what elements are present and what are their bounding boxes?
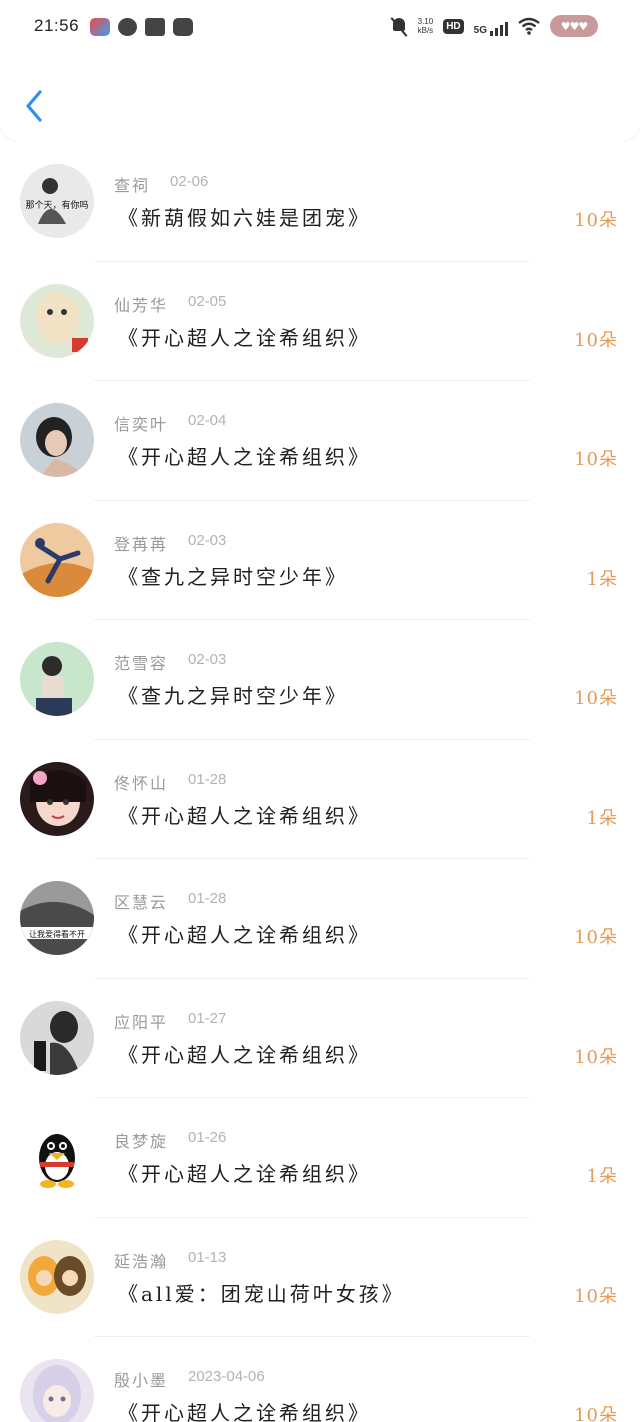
gift-date: 01-28 (188, 770, 227, 788)
flower-count: 1朵 (586, 1166, 618, 1187)
status-indicators: 3.10 kB/s HD 5G ♥♥♥ (390, 15, 598, 37)
avatar[interactable] (20, 1000, 94, 1075)
net-speed: 3.10 kB/s (418, 17, 434, 35)
flower-count: 1朵 (586, 568, 618, 590)
book-title[interactable]: 《开心超人之诠希组织》 (118, 322, 371, 351)
avatar-caption: 让我爱得看不开 (29, 929, 85, 939)
status-bar: 21:56 3.10 kB/s HD 5G ♥♥♥ (0, 0, 640, 56)
battery-icon: ♥♥♥ (550, 15, 598, 37)
book-title[interactable]: 《开心超人之诠希组织》 (118, 441, 371, 470)
avatar[interactable] (20, 1239, 94, 1314)
user-name[interactable]: 殷小墨 (114, 1367, 168, 1391)
list-item[interactable]: 应阳平 01-27 《开心超人之诠希组织》 10朵 (0, 979, 640, 1098)
gift-date: 02-04 (188, 412, 227, 429)
book-title[interactable]: 《all爱：团宠山荷叶女孩》 (118, 1278, 405, 1307)
net-speed-unit: kB/s (417, 26, 434, 35)
avatar[interactable] (20, 522, 94, 597)
mute-icon (390, 16, 408, 36)
list-item[interactable]: 那个天，有你吗 查祠 02-06 《新葫假如六娃是团宠》 10朵 (0, 142, 640, 262)
gift-date: 02-06 (170, 173, 209, 190)
user-name[interactable]: 信奕叶 (114, 411, 168, 435)
flower-count: 10朵 (574, 1046, 618, 1068)
wifi-icon (518, 17, 540, 35)
user-name[interactable]: 延浩瀚 (114, 1248, 168, 1272)
nav-header (0, 56, 640, 142)
user-name[interactable]: 佟怀山 (114, 770, 168, 794)
status-time: 21:56 (34, 16, 80, 35)
gift-record-list: 那个天，有你吗 查祠 02-06 《新葫假如六娃是团宠》 10朵 仙芳华 02-05 《开心超… (0, 142, 640, 1422)
flower-count: 10朵 (574, 927, 618, 948)
chevron-left-icon[interactable] (22, 88, 46, 124)
book-title[interactable]: 《开心超人之诠希组织》 (118, 1158, 371, 1187)
avatar[interactable] (20, 642, 94, 716)
avatar-caption: 那个天，有你吗 (25, 199, 88, 211)
list-item[interactable]: 佟怀山 01-28 《开心超人之诠希组织》 1朵 (0, 740, 640, 859)
user-name[interactable]: 登苒苒 (114, 531, 168, 555)
flower-count: 10朵 (574, 1405, 618, 1422)
avatar[interactable] (20, 1359, 94, 1422)
avatar[interactable] (20, 403, 94, 477)
gift-date: 02-05 (188, 292, 227, 310)
list-item[interactable]: 登苒苒 02-03 《查九之异时空少年》 1朵 (0, 501, 640, 620)
gift-date: 01-28 (188, 890, 227, 907)
list-item[interactable]: 延浩瀚 01-13 《all爱：团宠山荷叶女孩》 10朵 (0, 1218, 640, 1337)
book-title[interactable]: 《开心超人之诠希组织》 (118, 1397, 371, 1422)
list-item[interactable]: 仙芳华 02-05 《开心超人之诠希组织》 10朵 (0, 262, 640, 381)
signal-indicator: 5G (474, 16, 508, 36)
user-name[interactable]: 良梦旋 (114, 1128, 168, 1152)
list-item[interactable]: 范雪容 02-03 《查九之异时空少年》 10朵 (0, 620, 640, 740)
book-title[interactable]: 《开心超人之诠希组织》 (118, 919, 371, 948)
flower-count: 10朵 (574, 210, 618, 231)
flower-count: 10朵 (574, 449, 618, 470)
list-item[interactable]: 殷小墨 2023-04-06 《开心超人之诠希组织》 10朵 (0, 1337, 640, 1422)
gift-date: 01-13 (188, 1248, 227, 1266)
status-app-icons (90, 18, 193, 36)
user-name[interactable]: 应阳平 (114, 1009, 168, 1033)
gift-date: 01-27 (188, 1009, 227, 1027)
user-name[interactable]: 查祠 (114, 172, 150, 196)
avatar[interactable] (20, 1120, 94, 1194)
gift-date: 2023-04-06 (188, 1368, 265, 1385)
music-icon (173, 18, 193, 36)
signal-bars-icon (490, 22, 508, 36)
avatar[interactable]: 那个天，有你吗 (20, 164, 94, 238)
list-item[interactable]: 信奕叶 02-04 《开心超人之诠希组织》 10朵 (0, 381, 640, 501)
gift-date: 01-26 (188, 1129, 227, 1146)
gift-date: 02-03 (188, 651, 227, 668)
app-icon (90, 18, 110, 36)
book-title[interactable]: 《查九之异时空少年》 (118, 680, 348, 709)
flower-count: 10朵 (574, 1285, 618, 1307)
hd-badge: HD (443, 18, 464, 34)
gift-date: 02-03 (188, 531, 227, 549)
book-title[interactable]: 《查九之异时空少年》 (118, 561, 348, 590)
book-title[interactable]: 《开心超人之诠希组织》 (118, 1039, 371, 1068)
flower-count: 10朵 (574, 688, 618, 709)
user-name[interactable]: 区慧云 (114, 889, 168, 913)
list-item[interactable]: 让我爱得看不开 区慧云 01-28 《开心超人之诠希组织》 10朵 (0, 859, 640, 979)
avatar[interactable]: 让我爱得看不开 (20, 881, 94, 955)
flower-count: 1朵 (586, 807, 618, 829)
book-title[interactable]: 《新葫假如六娃是团宠》 (118, 202, 371, 231)
network-type-label: 5G (473, 25, 487, 36)
book-icon (145, 18, 165, 36)
chat-bubble-icon (118, 18, 137, 36)
book-title[interactable]: 《开心超人之诠希组织》 (118, 800, 371, 829)
user-name[interactable]: 仙芳华 (114, 292, 168, 316)
avatar[interactable] (20, 283, 94, 358)
user-name[interactable]: 范雪容 (114, 650, 168, 674)
avatar[interactable] (20, 761, 94, 836)
net-speed-value: 3.10 (417, 17, 434, 26)
list-item[interactable]: 良梦旋 01-26 《开心超人之诠希组织》 1朵 (0, 1098, 640, 1218)
flower-count: 10朵 (574, 329, 618, 351)
